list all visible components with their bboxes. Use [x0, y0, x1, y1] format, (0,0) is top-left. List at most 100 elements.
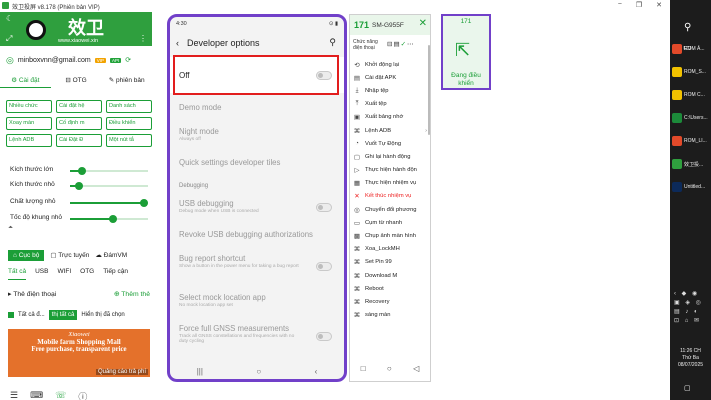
keyboard-icon[interactable]: ⌨ — [30, 390, 43, 400]
tab-otg[interactable]: OTG — [80, 268, 94, 280]
taskbar-clock[interactable]: 11:26 CH Thứ Ba 08/07/2025 — [670, 348, 711, 369]
tools-menu-item[interactable]: ▭ Cụm từ nhanh — [353, 216, 427, 229]
chip-system-settings[interactable]: Cài đặt hệ — [56, 100, 102, 113]
search-icon[interactable]: ⚲ — [684, 22, 691, 33]
chip-multi-function[interactable]: Nhiều chức — [6, 100, 52, 113]
tools-menu-item[interactable]: ⤒ Xuất tệp — [353, 98, 427, 111]
ad-banner[interactable]: Xiaowei Mobile farm Shopping Mall Free p… — [8, 329, 150, 377]
refresh-icon[interactable]: ⟳ — [125, 56, 131, 64]
slider-small-size[interactable]: Kích thước nhỏ — [8, 179, 150, 191]
tab-access[interactable]: Tiếp cận — [103, 268, 128, 280]
mode-online-button[interactable]: ▢ Trực tuyến — [50, 251, 89, 259]
back-icon[interactable]: ‹ — [176, 38, 179, 48]
usb-debugging-toggle[interactable] — [316, 203, 332, 212]
back-nav-icon[interactable]: ‹ — [315, 367, 318, 376]
tools-menu-item[interactable]: ▣ Xuất bảng nhớ — [353, 111, 427, 124]
slider-frame-rate[interactable]: Tốc độ khung nhỏ — [8, 212, 150, 224]
expand-icon[interactable]: ▸ — [8, 291, 11, 298]
taskbar-app[interactable]: ROM C... — [670, 86, 711, 104]
setting-night-mode[interactable]: Night mode Always off — [179, 127, 339, 142]
chip-auto-settings[interactable]: Cài Đặt Đ — [56, 134, 102, 147]
tools-menu-item[interactable]: ⌘ Set Pin 99 — [353, 256, 427, 269]
show-selected-button[interactable]: Hiển thị đã chọn — [81, 312, 124, 318]
taskbar-app[interactable]: Untitled... — [670, 178, 711, 196]
tab-settings[interactable]: ⚙ Cài đặt — [0, 74, 51, 88]
chip-one-click-off[interactable]: Một nút tắ — [106, 134, 152, 147]
tools-menu-item[interactable]: ✕ Kết thúc nhiệm vụ — [353, 190, 427, 203]
setting-bug-report[interactable]: Bug report shortcut Show a button in the… — [179, 254, 339, 271]
bug-report-toggle[interactable] — [316, 262, 332, 271]
search-icon[interactable]: ⚲ — [329, 37, 336, 48]
show-all-button[interactable]: thị tất cả — [48, 310, 78, 320]
taskbar-app[interactable]: ROM Ả... — [670, 40, 711, 58]
tools-menu-item[interactable]: ◎ Chuyển đổi phương — [353, 203, 427, 216]
mode-cloud-button[interactable]: ☁ ĐámVM — [95, 251, 127, 259]
setting-quick-tiles[interactable]: Quick settings developer tiles — [179, 158, 339, 167]
tab-usb[interactable]: USB — [35, 268, 48, 280]
setting-gnss[interactable]: Force full GNSS measurements Track all G… — [179, 324, 339, 344]
tools-menu-item[interactable]: ▷ Thực hiện hành độn — [353, 164, 427, 177]
tools-toolbar-icons[interactable]: ⊟▤✓⋯ — [387, 41, 415, 48]
chat-icon[interactable]: ☏ — [55, 390, 66, 400]
circle-icon[interactable]: ○ — [387, 364, 392, 378]
taskbar-app[interactable]: 效卫投... — [670, 155, 711, 173]
add-card-button[interactable]: ⊕ Thêm thẻ — [114, 290, 150, 298]
slider-knob[interactable] — [140, 199, 149, 207]
tab-version[interactable]: ✎ phiên bản — [101, 74, 152, 88]
slider-knob[interactable] — [108, 215, 117, 223]
tools-menu-item[interactable]: ▦ Thực hiện nhiệm vụ — [353, 177, 427, 190]
tools-menu-item[interactable]: ⌘ Xoa_LockMH — [353, 243, 427, 256]
slider-small-quality[interactable]: Chất lượng nhỏ — [8, 196, 150, 208]
setting-demo-mode[interactable]: Demo mode — [179, 103, 339, 112]
tools-menu-item[interactable]: ▢ Ghi lại hành động — [353, 150, 427, 163]
chip-list[interactable]: Danh sách — [106, 100, 152, 113]
setting-revoke-usb[interactable]: Revoke USB debugging authorizations — [179, 230, 339, 239]
device-thumbnail[interactable]: 171 ⇱ Đang điều khiển — [441, 14, 491, 90]
triangle-back-icon[interactable]: ◁ — [413, 364, 419, 378]
tab-wifi[interactable]: WIFI — [57, 268, 71, 280]
tools-menu-item[interactable]: ▤ Cài đặt APK — [353, 71, 427, 84]
chip-adb-command[interactable]: Lệnh ADB — [6, 134, 52, 147]
close-button[interactable]: ✕ — [656, 1, 662, 9]
slider-knob[interactable] — [75, 182, 84, 190]
tools-menu-item[interactable]: ⟲ Khởi động lại — [353, 58, 427, 71]
gnss-toggle[interactable] — [316, 332, 332, 341]
taskbar-app[interactable]: C:\Users... — [670, 109, 711, 127]
menu-icon[interactable]: ⋮ — [139, 34, 147, 43]
tools-menu-item[interactable]: ⌘ sáng màn — [353, 309, 427, 322]
tools-menu-item[interactable]: ⌘ Lệnh ADB › — [353, 124, 427, 137]
tools-menu-item[interactable]: ▩ Chụp ảnh màn hình — [353, 229, 427, 242]
chip-rotate-screen[interactable]: Xoay màn — [6, 117, 52, 130]
select-all-checkbox[interactable] — [8, 312, 14, 318]
tools-menu-item[interactable]: ⌘ Recovery — [353, 295, 427, 308]
setting-usb-debugging[interactable]: USB debugging Debug mode when USB is con… — [179, 199, 339, 214]
collapse-icon[interactable]: ⏶ — [8, 225, 13, 232]
tab-all[interactable]: Tất cả — [8, 268, 27, 280]
tools-menu-item[interactable]: ⤓ Nhập tệp — [353, 84, 427, 97]
scrollbar[interactable] — [428, 45, 430, 135]
notification-icon[interactable]: ▢ — [684, 384, 691, 392]
home-icon[interactable]: ○ — [256, 367, 261, 376]
taskbar-app[interactable]: ROM_S... — [670, 63, 711, 81]
taskbar-app[interactable]: ROM_LI... — [670, 132, 711, 150]
square-icon[interactable]: □ — [361, 364, 366, 378]
setting-mock-location[interactable]: Select mock location app No mock locatio… — [179, 293, 339, 308]
tools-menu-item[interactable]: ◔ Vuốt Tự Động — [353, 137, 427, 150]
tools-menu-item[interactable]: ⌘ Download M — [353, 269, 427, 282]
device-group-row[interactable]: ▸ Thẻ điện thoại ⊕ Thêm thẻ — [8, 290, 152, 302]
fullscreen-icon[interactable]: ⤢ — [6, 34, 12, 44]
list-icon[interactable]: ☰ — [10, 390, 18, 400]
recents-icon[interactable]: ||| — [197, 367, 203, 376]
close-tools-icon[interactable]: ✕ — [419, 18, 427, 29]
minimize-button[interactable]: − — [618, 1, 622, 9]
chip-control[interactable]: Điều khiển — [106, 117, 152, 130]
tools-menu-item[interactable]: ⌘ Reboot — [353, 282, 427, 295]
slider-large-size[interactable]: Kích thước lớn — [8, 164, 150, 176]
maximize-button[interactable]: ❐ — [636, 1, 642, 9]
mode-local-button[interactable]: ⌂ Cục bộ — [8, 249, 45, 261]
slider-knob[interactable] — [77, 167, 86, 175]
help-icon[interactable]: ⓘ — [78, 390, 87, 400]
chip-fixed[interactable]: Cố định m — [56, 117, 102, 130]
moon-icon[interactable]: ☾ — [6, 14, 13, 23]
tray-icons[interactable]: ‹ ◆ ◉ ▣ ◈ ◎ ▤ ♪ ◐ ⊡ ⌂ ✉ — [674, 290, 708, 326]
